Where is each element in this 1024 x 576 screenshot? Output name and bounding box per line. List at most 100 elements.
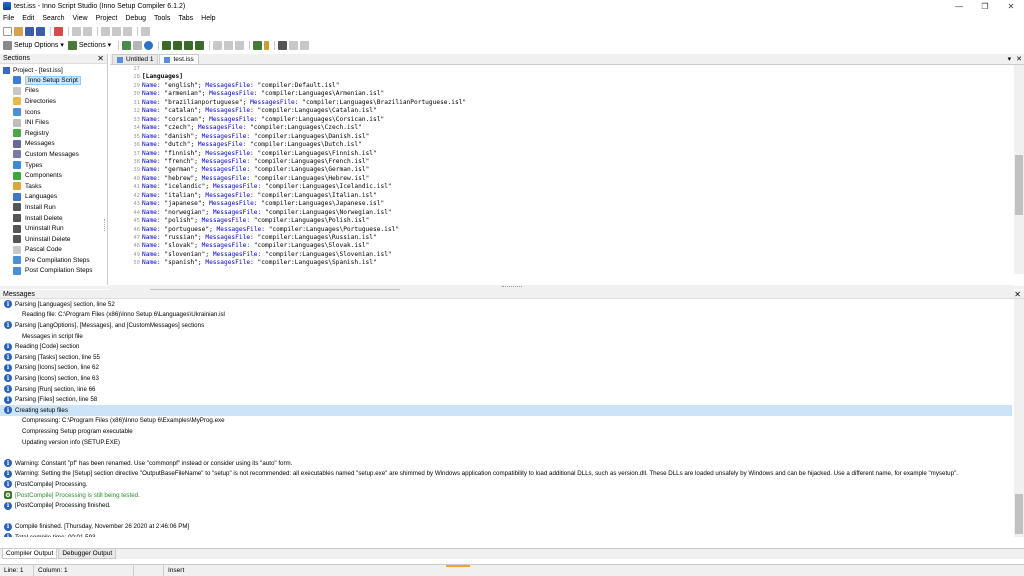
stop-compile-icon[interactable] xyxy=(133,40,143,50)
menu-search[interactable]: Search xyxy=(42,15,64,22)
scrollbar-thumb[interactable] xyxy=(1015,494,1023,534)
tree-item[interactable]: Types xyxy=(0,160,107,171)
message-row[interactable]: i Creating setup files xyxy=(0,405,1012,416)
tree-item[interactable]: Registry xyxy=(0,128,107,139)
code-editor[interactable]: 27 28 [Languages] 29 Name: "english"; Messag… xyxy=(110,65,1024,274)
menu-edit[interactable]: Edit xyxy=(22,15,34,22)
maximize-button[interactable]: ❐ xyxy=(972,0,998,12)
terminate-icon[interactable] xyxy=(224,40,234,50)
tree-item[interactable]: Pre Compilation Steps xyxy=(0,255,107,266)
tab-list-button[interactable]: ▾ xyxy=(1008,55,1012,63)
find-icon[interactable] xyxy=(141,26,150,36)
message-row[interactable]: i Warning: Setting the [Setup] section di… xyxy=(0,469,1012,480)
message-row[interactable]: Compressing: C:\Program Files (x86)\Inno… xyxy=(0,416,1012,427)
tree-item[interactable]: Custom Messages xyxy=(0,149,107,160)
message-row[interactable]: i Parsing [Icons] section, line 63 xyxy=(0,373,1012,384)
message-row[interactable]: i [PostCompile] Processing. xyxy=(0,479,1012,490)
message-row[interactable] xyxy=(0,511,1012,522)
tab-close-button[interactable]: ✕ xyxy=(1016,55,1022,63)
tree-item[interactable]: Components xyxy=(0,170,107,181)
debug-square-icon[interactable] xyxy=(300,40,310,50)
tab-test-iss[interactable]: test.iss xyxy=(159,54,199,64)
message-row[interactable]: i Parsing [Files] section, line 58 xyxy=(0,394,1012,405)
tree-item[interactable]: Directories xyxy=(0,96,107,107)
setup-options-button[interactable]: Setup Options ▾ xyxy=(14,41,64,50)
tree-item[interactable]: Languages xyxy=(0,192,107,203)
tab-untitled-1[interactable]: Untitled 1 xyxy=(112,54,159,64)
tree-item[interactable]: Icons xyxy=(0,107,107,118)
messages-panel-close-button[interactable]: ✕ xyxy=(1014,290,1021,299)
sections-panel-close-button[interactable]: ✕ xyxy=(97,54,104,63)
step-out-icon[interactable] xyxy=(195,40,205,50)
menu-file[interactable]: File xyxy=(3,15,14,22)
tab-debugger-output[interactable]: Debugger Output xyxy=(58,549,117,559)
open-file-icon[interactable] xyxy=(14,26,23,36)
message-row[interactable]: i Parsing [Languages] section, line 52 xyxy=(0,299,1012,310)
message-row[interactable]: i Parsing [Icons] section, line 62 xyxy=(0,363,1012,374)
compile-icon[interactable] xyxy=(122,40,132,50)
menu-tools[interactable]: Tools xyxy=(154,15,170,22)
minimize-button[interactable]: — xyxy=(946,0,972,12)
message-row[interactable]: Updating version info (SETUP.EXE) xyxy=(0,437,1012,448)
breakpoint-icon[interactable] xyxy=(235,40,245,50)
step-into-icon[interactable] xyxy=(173,40,183,50)
messages-list[interactable]: i Parsing [Languages] section, line 52 Rea… xyxy=(0,299,1024,537)
message-row[interactable]: i Compile finished. [Thursday, November 2… xyxy=(0,522,1012,533)
sections-button[interactable]: Sections ▾ xyxy=(79,41,111,50)
paste-icon[interactable] xyxy=(123,26,132,36)
tree-item[interactable]: Files xyxy=(0,86,107,97)
message-row[interactable]: i Parsing [Tasks] section, line 55 xyxy=(0,352,1012,363)
message-row[interactable] xyxy=(0,447,1012,458)
menu-tabs[interactable]: Tabs xyxy=(178,15,193,22)
close-file-icon[interactable] xyxy=(54,26,63,36)
step-over-icon[interactable] xyxy=(184,40,194,50)
debug-gear-icon[interactable] xyxy=(278,40,288,50)
tree-root[interactable]: Project - [test.iss] xyxy=(0,65,107,75)
scrollbar-thumb[interactable] xyxy=(1015,155,1023,215)
message-row[interactable]: i Parsing [LangOptions], [Messages], and … xyxy=(0,320,1012,331)
globe-icon[interactable] xyxy=(144,40,154,50)
message-row[interactable]: i Parsing [Run] section, line 66 xyxy=(0,384,1012,395)
tree-item[interactable]: Messages xyxy=(0,139,107,150)
tree-item[interactable]: Install Delete xyxy=(0,213,107,224)
messages-scrollbar[interactable] xyxy=(1014,299,1024,537)
dropdown-arrow-icon[interactable] xyxy=(264,40,270,50)
tree-item[interactable]: Tasks xyxy=(0,181,107,192)
tree-item[interactable]: Uninstall Run xyxy=(0,223,107,234)
message-row[interactable]: ⚙ [PostCompile] Processing is still being… xyxy=(0,490,1012,501)
close-button[interactable]: ✕ xyxy=(998,0,1024,12)
copy-icon[interactable] xyxy=(112,26,121,36)
save-all-icon[interactable] xyxy=(36,26,45,36)
cut-icon[interactable] xyxy=(101,26,110,36)
tree-item[interactable]: INI Files xyxy=(0,117,107,128)
redo-icon[interactable] xyxy=(83,26,92,36)
gear-icon[interactable] xyxy=(253,40,263,50)
tree-item[interactable]: Post Compilation Steps xyxy=(0,266,107,277)
tree-item[interactable]: Inno Setup Script xyxy=(0,75,107,86)
run-icon[interactable] xyxy=(162,40,172,50)
message-row[interactable]: i Reading [Code] section xyxy=(0,341,1012,352)
menu-project[interactable]: Project xyxy=(96,15,118,22)
message-row[interactable]: iTotal compile time: 00:01.593 xyxy=(0,532,1012,537)
menu-view[interactable]: View xyxy=(73,15,88,22)
message-row[interactable]: i Warning: Constant "pf" has been renamed… xyxy=(0,458,1012,469)
menu-help[interactable]: Help xyxy=(201,15,215,22)
menu-debug[interactable]: Debug xyxy=(125,15,146,22)
message-row[interactable]: Reading file: C:\Program Files (x86)\Inn… xyxy=(0,310,1012,321)
message-row[interactable]: Messages in script file xyxy=(0,331,1012,342)
message-row[interactable]: i [PostCompile] Processing finished. xyxy=(0,500,1012,511)
tree-item[interactable]: Uninstall Delete xyxy=(0,234,107,245)
debug-stop-icon[interactable] xyxy=(289,40,299,50)
editor-vertical-scrollbar[interactable] xyxy=(1014,65,1024,274)
new-file-icon[interactable] xyxy=(3,26,12,36)
panel-splitter[interactable] xyxy=(0,286,1024,289)
save-icon[interactable] xyxy=(25,26,34,36)
tree-item[interactable]: Install Run xyxy=(0,202,107,213)
pause-icon[interactable] xyxy=(213,40,223,50)
splitter-grip[interactable] xyxy=(502,286,522,288)
sections-panel-grip[interactable] xyxy=(104,219,107,231)
undo-icon[interactable] xyxy=(72,26,81,36)
tree-item[interactable]: Pascal Code xyxy=(0,245,107,256)
message-row[interactable]: Compressing Setup program executable xyxy=(0,426,1012,437)
tab-compiler-output[interactable]: Compiler Output xyxy=(2,549,58,559)
